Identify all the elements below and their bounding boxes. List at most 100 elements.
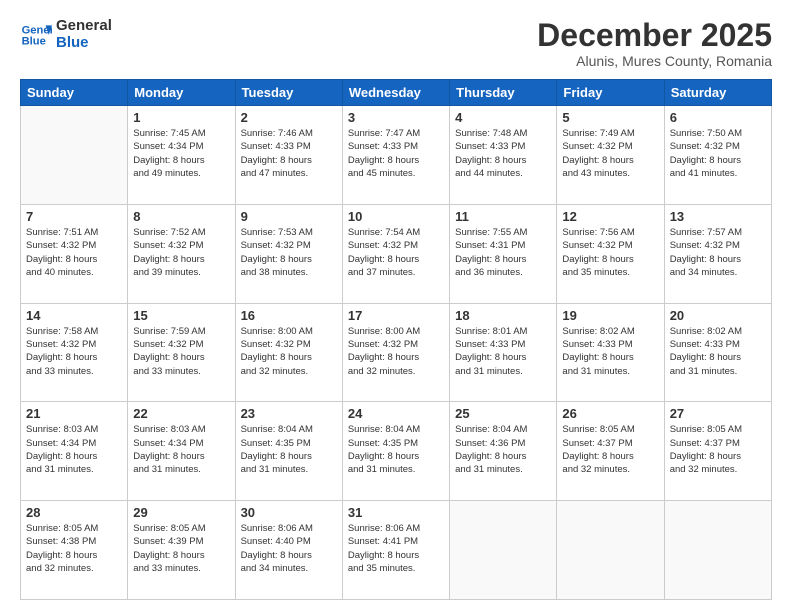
day-number: 25 [455,406,551,421]
day-info: Sunrise: 8:02 AMSunset: 4:33 PMDaylight:… [670,325,766,378]
calendar-cell: 22 Sunrise: 8:03 AMSunset: 4:34 PMDayligh… [128,402,235,501]
weekday-header-tuesday: Tuesday [235,80,342,106]
subtitle: Alunis, Mures County, Romania [537,53,772,69]
day-info: Sunrise: 8:04 AMSunset: 4:35 PMDaylight:… [241,423,337,476]
day-info: Sunrise: 7:53 AMSunset: 4:32 PMDaylight:… [241,226,337,279]
day-info: Sunrise: 8:05 AMSunset: 4:37 PMDaylight:… [670,423,766,476]
day-info: Sunrise: 8:05 AMSunset: 4:37 PMDaylight:… [562,423,658,476]
day-number: 15 [133,308,229,323]
day-number: 21 [26,406,122,421]
calendar-cell: 11 Sunrise: 7:55 AMSunset: 4:31 PMDayligh… [450,204,557,303]
calendar-cell: 25Sunrise: 8:04 AMSunset: 4:36 PMDayligh… [450,402,557,501]
calendar-cell: 28 Sunrise: 8:05 AMSunset: 4:38 PMDayligh… [21,501,128,600]
day-number: 28 [26,505,122,520]
week-row-5: 28 Sunrise: 8:05 AMSunset: 4:38 PMDayligh… [21,501,772,600]
day-number: 5 [562,110,658,125]
calendar-cell: 15 Sunrise: 7:59 AMSunset: 4:32 PMDayligh… [128,303,235,402]
week-row-1: 1 Sunrise: 7:45 AMSunset: 4:34 PMDaylight… [21,106,772,205]
calendar-cell [664,501,771,600]
calendar-cell: 1 Sunrise: 7:45 AMSunset: 4:34 PMDaylight… [128,106,235,205]
day-number: 29 [133,505,229,520]
calendar-cell [21,106,128,205]
calendar-table: SundayMondayTuesdayWednesdayThursdayFrid… [20,79,772,600]
calendar-cell: 27 Sunrise: 8:05 AMSunset: 4:37 PMDayligh… [664,402,771,501]
day-info: Sunrise: 8:04 AMSunset: 4:35 PMDaylight:… [348,423,444,476]
day-number: 26 [562,406,658,421]
calendar-cell [450,501,557,600]
calendar-cell: 10Sunrise: 7:54 AMSunset: 4:32 PMDayligh… [342,204,449,303]
day-number: 1 [133,110,229,125]
day-info: Sunrise: 8:03 AMSunset: 4:34 PMDaylight:… [133,423,229,476]
day-number: 18 [455,308,551,323]
day-number: 4 [455,110,551,125]
day-number: 3 [348,110,444,125]
day-number: 22 [133,406,229,421]
day-number: 30 [241,505,337,520]
day-number: 24 [348,406,444,421]
calendar-cell: 9Sunrise: 7:53 AMSunset: 4:32 PMDaylight… [235,204,342,303]
weekday-header-wednesday: Wednesday [342,80,449,106]
calendar-cell: 19Sunrise: 8:02 AMSunset: 4:33 PMDayligh… [557,303,664,402]
weekday-header-saturday: Saturday [664,80,771,106]
calendar-cell: 16Sunrise: 8:00 AMSunset: 4:32 PMDayligh… [235,303,342,402]
calendar-cell: 6 Sunrise: 7:50 AMSunset: 4:32 PMDaylight… [664,106,771,205]
day-info: Sunrise: 7:46 AMSunset: 4:33 PMDaylight:… [241,127,337,180]
day-number: 20 [670,308,766,323]
day-info: Sunrise: 8:06 AMSunset: 4:41 PMDaylight:… [348,522,444,575]
calendar-cell: 5 Sunrise: 7:49 AMSunset: 4:32 PMDaylight… [557,106,664,205]
day-info: Sunrise: 7:51 AMSunset: 4:32 PMDaylight:… [26,226,122,279]
day-number: 23 [241,406,337,421]
day-info: Sunrise: 7:55 AMSunset: 4:31 PMDaylight:… [455,226,551,279]
calendar-cell: 21 Sunrise: 8:03 AMSunset: 4:34 PMDayligh… [21,402,128,501]
day-info: Sunrise: 7:52 AMSunset: 4:32 PMDaylight:… [133,226,229,279]
day-info: Sunrise: 8:01 AMSunset: 4:33 PMDaylight:… [455,325,551,378]
calendar-cell: 12Sunrise: 7:56 AMSunset: 4:32 PMDayligh… [557,204,664,303]
page: General Blue General Blue December 2025 … [0,0,792,612]
day-info: Sunrise: 8:05 AMSunset: 4:39 PMDaylight:… [133,522,229,575]
calendar-cell [557,501,664,600]
week-row-4: 21 Sunrise: 8:03 AMSunset: 4:34 PMDayligh… [21,402,772,501]
day-info: Sunrise: 7:48 AMSunset: 4:33 PMDaylight:… [455,127,551,180]
week-row-2: 7Sunrise: 7:51 AMSunset: 4:32 PMDaylight… [21,204,772,303]
calendar-cell: 30Sunrise: 8:06 AMSunset: 4:40 PMDayligh… [235,501,342,600]
day-number: 6 [670,110,766,125]
weekday-header-row: SundayMondayTuesdayWednesdayThursdayFrid… [21,80,772,106]
title-block: December 2025 Alunis, Mures County, Roma… [537,18,772,69]
day-number: 12 [562,209,658,224]
calendar-cell: 26 Sunrise: 8:05 AMSunset: 4:37 PMDayligh… [557,402,664,501]
calendar-cell: 18 Sunrise: 8:01 AMSunset: 4:33 PMDayligh… [450,303,557,402]
day-info: Sunrise: 8:02 AMSunset: 4:33 PMDaylight:… [562,325,658,378]
day-number: 14 [26,308,122,323]
day-info: Sunrise: 7:50 AMSunset: 4:32 PMDaylight:… [670,127,766,180]
calendar-cell: 4 Sunrise: 7:48 AMSunset: 4:33 PMDaylight… [450,106,557,205]
day-info: Sunrise: 7:45 AMSunset: 4:34 PMDaylight:… [133,127,229,180]
logo-icon: General Blue [20,19,52,51]
day-info: Sunrise: 8:03 AMSunset: 4:34 PMDaylight:… [26,423,122,476]
day-number: 27 [670,406,766,421]
calendar-cell: 20 Sunrise: 8:02 AMSunset: 4:33 PMDayligh… [664,303,771,402]
calendar-cell: 8 Sunrise: 7:52 AMSunset: 4:32 PMDaylight… [128,204,235,303]
calendar-cell: 14 Sunrise: 7:58 AMSunset: 4:32 PMDayligh… [21,303,128,402]
weekday-header-sunday: Sunday [21,80,128,106]
day-info: Sunrise: 7:58 AMSunset: 4:32 PMDaylight:… [26,325,122,378]
logo: General Blue General Blue [20,18,112,51]
day-number: 8 [133,209,229,224]
logo-line1: General [56,18,112,35]
calendar-cell: 23 Sunrise: 8:04 AMSunset: 4:35 PMDayligh… [235,402,342,501]
calendar-cell: 7Sunrise: 7:51 AMSunset: 4:32 PMDaylight… [21,204,128,303]
day-info: Sunrise: 7:49 AMSunset: 4:32 PMDaylight:… [562,127,658,180]
svg-text:Blue: Blue [22,35,46,47]
day-info: Sunrise: 7:54 AMSunset: 4:32 PMDaylight:… [348,226,444,279]
day-number: 11 [455,209,551,224]
day-number: 31 [348,505,444,520]
logo-line2: Blue [56,35,112,52]
weekday-header-friday: Friday [557,80,664,106]
day-info: Sunrise: 7:59 AMSunset: 4:32 PMDaylight:… [133,325,229,378]
calendar-cell: 3 Sunrise: 7:47 AMSunset: 4:33 PMDaylight… [342,106,449,205]
day-info: Sunrise: 7:47 AMSunset: 4:33 PMDaylight:… [348,127,444,180]
calendar-cell: 31 Sunrise: 8:06 AMSunset: 4:41 PMDayligh… [342,501,449,600]
day-number: 17 [348,308,444,323]
day-info: Sunrise: 8:05 AMSunset: 4:38 PMDaylight:… [26,522,122,575]
calendar-cell: 13Sunrise: 7:57 AMSunset: 4:32 PMDayligh… [664,204,771,303]
day-number: 13 [670,209,766,224]
